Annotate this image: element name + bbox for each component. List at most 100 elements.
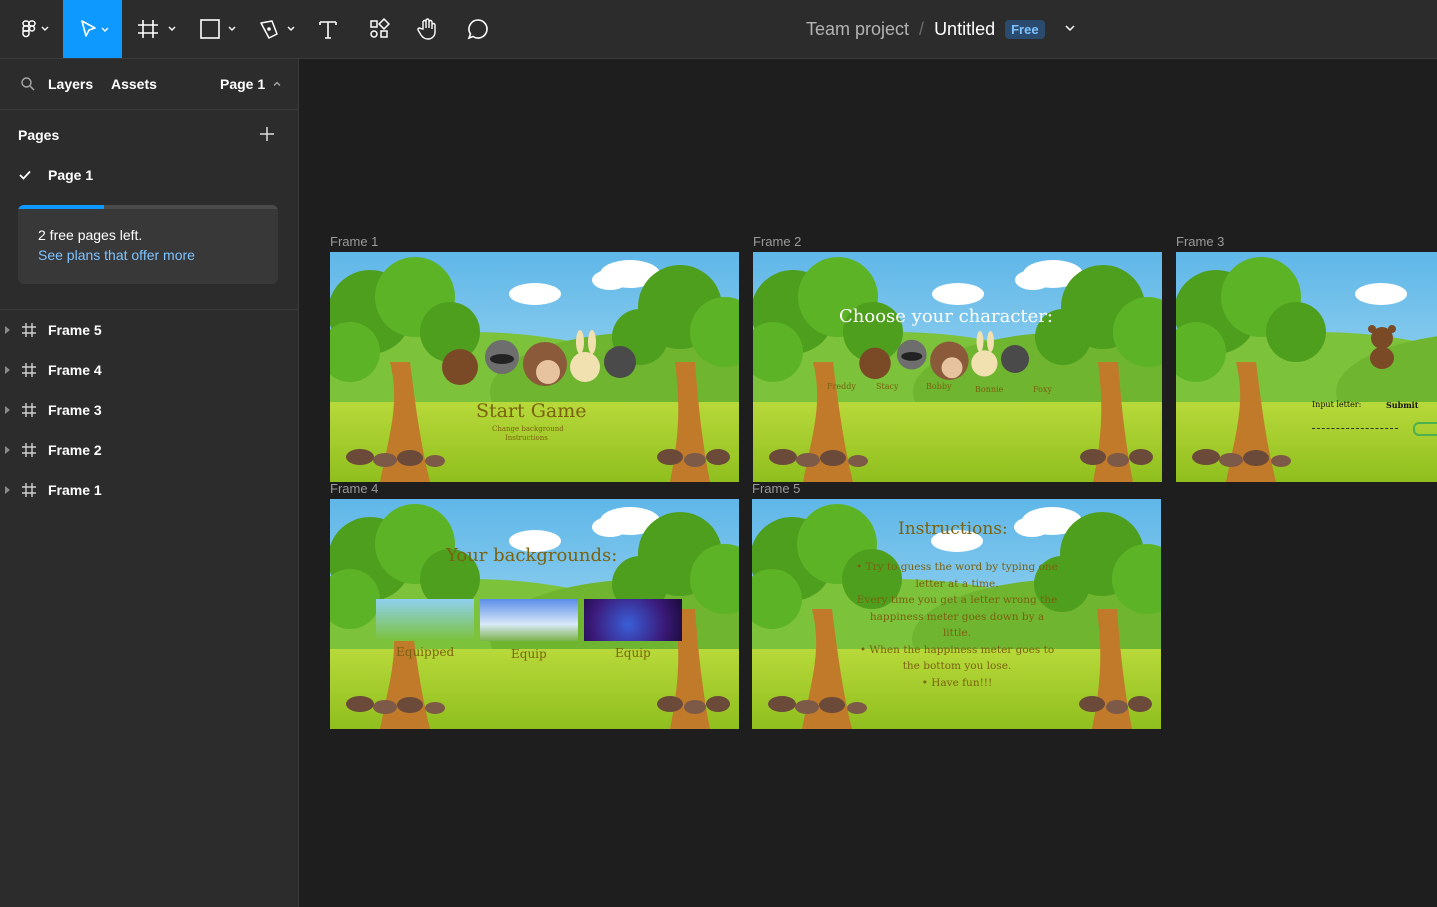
chevron-up-icon: [273, 81, 281, 86]
page-item-label: Page 1: [48, 167, 94, 183]
start-game-title: Start Game: [476, 400, 587, 422]
layer-row[interactable]: Frame 2: [0, 430, 298, 470]
frame-icon: [22, 483, 36, 497]
frame-label-4[interactable]: Frame 4: [330, 481, 378, 496]
instruction-line: little.: [942, 627, 972, 639]
layer-label: Frame 3: [48, 402, 102, 418]
free-pages-text: 2 free pages left.: [38, 227, 143, 243]
frame-label-3[interactable]: Frame 3: [1176, 234, 1224, 249]
breadcrumb-separator: /: [919, 18, 925, 39]
comment-icon: [467, 19, 488, 40]
frame-1[interactable]: Start Game Change background Instruction…: [330, 252, 739, 482]
comment-tool-button[interactable]: [463, 0, 493, 58]
expand-arrow-icon[interactable]: [5, 325, 11, 335]
layer-row[interactable]: Frame 5: [0, 310, 298, 350]
checkmark-icon: [19, 170, 31, 180]
frame-5[interactable]: Instructions: • Try to guess the word by…: [752, 499, 1161, 729]
top-toolbar: Team project / Untitled Free: [0, 0, 1437, 59]
shape-tool-button[interactable]: [195, 0, 243, 58]
search-icon: [21, 77, 35, 91]
rectangle-icon: [200, 19, 236, 39]
page-selector-label: Page 1: [220, 76, 266, 92]
cursor-icon: [80, 20, 108, 37]
happiness-meter: [1413, 422, 1437, 436]
instruction-line: • When the happiness meter goes to: [859, 643, 1055, 656]
frame-label-2[interactable]: Frame 2: [753, 234, 801, 249]
layer-row[interactable]: Frame 1: [0, 470, 298, 510]
frame-4[interactable]: Your backgrounds: Equipped Equip Equip: [330, 499, 739, 729]
expand-arrow-icon[interactable]: [5, 485, 11, 495]
add-page-button[interactable]: [259, 126, 275, 147]
layer-row[interactable]: Frame 4: [0, 350, 298, 390]
character-name-stacy[interactable]: Stacy: [876, 382, 898, 391]
layer-label: Frame 2: [48, 442, 102, 458]
hand-tool-button[interactable]: [413, 0, 443, 58]
left-sidebar: Layers Assets Page 1 Pages Page 1 2 free…: [0, 59, 299, 907]
frame-3[interactable]: Input letter: Submit: [1176, 252, 1437, 482]
character-name-freddy[interactable]: Freddy: [827, 382, 856, 391]
move-tool-button[interactable]: [63, 0, 122, 58]
see-plans-link[interactable]: See plans that offer more: [38, 247, 195, 263]
components-icon: [370, 18, 390, 38]
input-letter-label: Input letter:: [1312, 400, 1362, 409]
frame-icon: [22, 323, 36, 337]
layer-row[interactable]: Frame 3: [0, 390, 298, 430]
instructions-title: Instructions:: [898, 519, 1008, 539]
instructions-link: Instructions: [505, 434, 548, 442]
instruction-line: letter at a time.: [915, 577, 999, 590]
file-name[interactable]: Untitled: [934, 19, 995, 40]
main-menu-button[interactable]: [6, 0, 58, 58]
background-thumbnail-meadow[interactable]: [480, 599, 578, 641]
frame-label-5[interactable]: Frame 5: [752, 481, 800, 496]
character-name-foxy[interactable]: Foxy: [1033, 385, 1052, 394]
character-name-bonnie[interactable]: Bonnie: [975, 385, 1003, 394]
expand-arrow-icon[interactable]: [5, 365, 11, 375]
equip-button-1[interactable]: Equip: [511, 647, 547, 661]
tab-layers[interactable]: Layers: [48, 76, 93, 92]
frame-icon: [22, 363, 36, 377]
free-pages-notice: 2 free pages left. See plans that offer …: [18, 205, 278, 284]
pen-icon: [260, 20, 295, 39]
layer-label: Frame 1: [48, 482, 102, 498]
background-thumbnail-forest[interactable]: [376, 599, 474, 641]
equip-button-2[interactable]: Equip: [615, 646, 651, 660]
frame-2[interactable]: Choose your character: Freddy Stacy Bobb…: [753, 252, 1162, 482]
resources-tool-button[interactable]: [366, 0, 392, 58]
design-canvas[interactable]: Frame 1 Start Game Change background Ins…: [299, 59, 1437, 907]
text-icon: [319, 21, 337, 39]
pen-tool-button[interactable]: [255, 0, 303, 58]
background-thumbnail-night[interactable]: [584, 599, 682, 641]
word-blanks: [1312, 428, 1398, 429]
submit-button[interactable]: Submit: [1386, 400, 1418, 410]
instruction-line: • Have fun!!!: [921, 676, 993, 689]
file-menu-button[interactable]: [1063, 19, 1077, 40]
frame-icon: [22, 403, 36, 417]
frame-label-1[interactable]: Frame 1: [330, 234, 378, 249]
hand-icon: [417, 18, 436, 40]
change-background-link: Change background: [492, 425, 564, 433]
layer-label: Frame 4: [48, 362, 102, 378]
chevron-down-icon: [1065, 24, 1075, 31]
tab-assets[interactable]: Assets: [111, 76, 157, 92]
project-name[interactable]: Team project: [806, 19, 909, 40]
animal-characters-image: [440, 322, 640, 402]
page-selector[interactable]: Page 1: [220, 76, 282, 92]
frame-tool-button[interactable]: [134, 0, 182, 58]
search-button[interactable]: [20, 76, 36, 97]
instruction-line: happiness meter goes down by a: [869, 610, 1045, 623]
expand-arrow-icon[interactable]: [5, 445, 11, 455]
instructions-text: • Try to guess the word by typing one let…: [792, 559, 1122, 691]
pages-usage-fill: [18, 205, 104, 209]
plus-icon: [260, 127, 274, 141]
expand-arrow-icon[interactable]: [5, 405, 11, 415]
page-item-page-1[interactable]: Page 1: [18, 167, 93, 183]
layer-label: Frame 5: [48, 322, 102, 338]
pages-heading: Pages: [18, 127, 60, 143]
pages-usage-bar: [18, 205, 278, 209]
file-title-area: Team project / Untitled Free: [806, 0, 1077, 58]
equipped-label[interactable]: Equipped: [396, 645, 454, 659]
text-tool-button[interactable]: [313, 0, 343, 58]
instruction-line: the bottom you lose.: [902, 660, 1012, 672]
frame-icon: [22, 443, 36, 457]
character-name-bobby[interactable]: Bobby: [926, 382, 951, 391]
